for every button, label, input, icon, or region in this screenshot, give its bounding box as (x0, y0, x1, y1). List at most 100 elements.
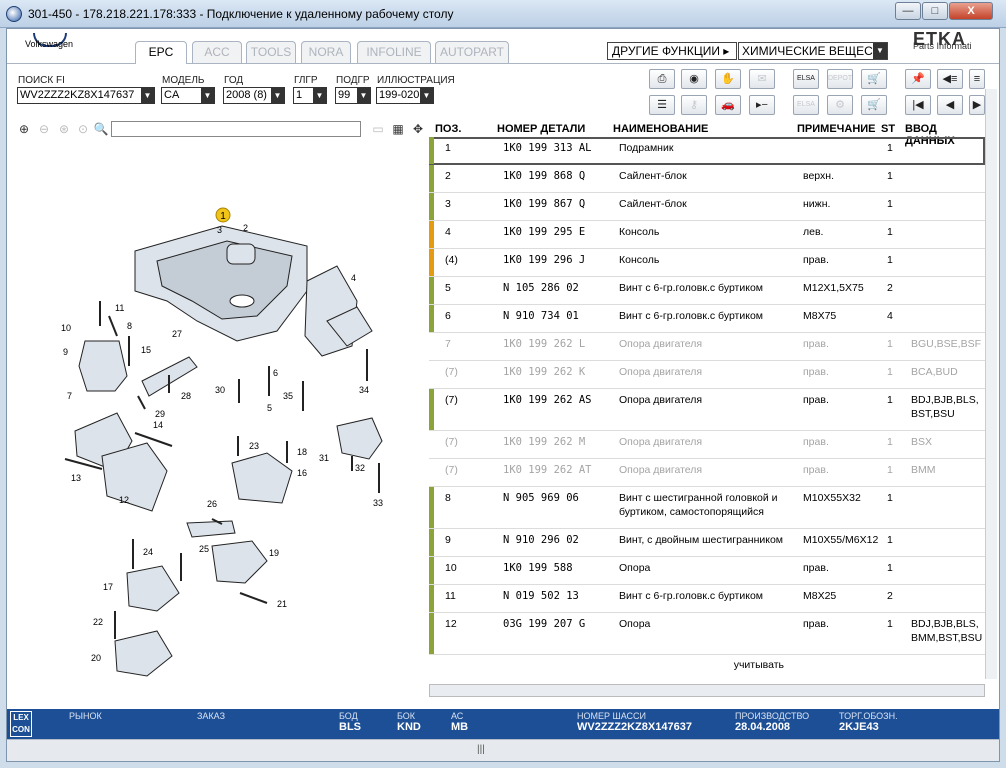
table-row[interactable]: 6 N 910 734 01 Винт с 6-гр.головк.с буртик… (429, 305, 985, 333)
callout-1: 1 (220, 211, 226, 222)
horizontal-scrollbar[interactable] (429, 684, 985, 697)
table-row[interactable]: 9 N 910 296 02 Винт, с двойным шестигранни… (429, 529, 985, 557)
elsa-icon[interactable]: ELSA (793, 69, 819, 89)
table-row[interactable]: 12 03G 199 207 G Опора прав. 1 BDJ,BJB,BLS, BM… (429, 613, 985, 655)
tab-nora[interactable]: NORA (301, 41, 351, 63)
zoom-in-icon[interactable]: ⊕ (15, 121, 33, 138)
table-row[interactable]: (7) 1K0 199 262 AT Опора двигателя прав. 1 BM… (429, 459, 985, 487)
tab-infoline[interactable]: INFOLINE (357, 41, 431, 63)
cell-part-number: 1K0 199 295 E (503, 226, 586, 238)
fi-search-select[interactable]: WV2ZZZ2KZ8X147637 ▼ (17, 87, 155, 104)
year-select[interactable]: 2008 (8) ▼ (223, 87, 285, 104)
list-prev-icon[interactable]: ◀≡ (937, 69, 963, 89)
main-group-select[interactable]: 1 ▼ (293, 87, 327, 104)
chemicals-select[interactable]: ХИМИЧЕСКИЕ ВЕЩЕС ▼ (738, 42, 888, 60)
col-part-number[interactable]: НОМЕР ДЕТАЛИ (497, 123, 585, 135)
list-icon[interactable]: ☰ (649, 95, 675, 115)
next-icon[interactable]: ▶ (969, 95, 985, 115)
chat-icon[interactable]: ✉ (749, 69, 775, 89)
table-row[interactable]: 1 1K0 199 313 AL Подрамник 1 (429, 137, 985, 165)
zoom-out-icon[interactable]: ⊖ (35, 121, 53, 138)
col-note[interactable]: ПРИМЕЧАНИЕ (797, 123, 876, 135)
handshake-icon[interactable]: ✋ (715, 69, 741, 89)
table-row[interactable]: 10 1K0 199 588 Опора прав. 1 (429, 557, 985, 585)
parts-table-header: ПОЗ. НОМЕР ДЕТАЛИ НАИМЕНОВАНИЕ ПРИМЕЧАНИ… (429, 121, 985, 147)
cell-part-number: N 910 734 01 (503, 310, 579, 322)
cart-icon[interactable]: 🛒 (861, 95, 887, 115)
model-select[interactable]: CA ▼ (161, 87, 215, 104)
layout-icon[interactable]: ▦ (389, 121, 407, 138)
cell-part-number: N 105 286 02 (503, 282, 579, 294)
table-row[interactable]: 2 1K0 199 868 Q Сайлент-блок верхн. 1 (429, 165, 985, 193)
grip-icon: ||| (477, 744, 485, 755)
tab-autopart[interactable]: AUTOPART (435, 41, 509, 63)
chevron-down-icon[interactable]: ▼ (201, 88, 214, 103)
callout-29: 29 (155, 409, 165, 419)
chevron-down-icon[interactable]: ▼ (357, 88, 370, 103)
callout-33: 33 (373, 498, 383, 508)
maximize-button[interactable]: □ (922, 2, 948, 20)
cart-add-icon[interactable]: 🛒 (861, 69, 887, 89)
other-functions-menu[interactable]: ДРУГИЕ ФУНКЦИИ ▸ (607, 42, 737, 60)
cd-icon[interactable]: ◉ (681, 69, 707, 89)
close-button[interactable]: X (949, 2, 993, 20)
minimize-button[interactable]: — (895, 2, 921, 20)
cell-part-number: 1K0 199 313 AL (503, 142, 592, 154)
table-row[interactable]: 3 1K0 199 867 Q Сайлент-блок нижн. 1 (429, 193, 985, 221)
row-status-marker (429, 277, 434, 304)
main-group-value: 1 (296, 89, 303, 101)
bottom-scroll-bar[interactable]: ||| (7, 739, 999, 761)
illustration-search-field[interactable] (111, 121, 361, 137)
callout-19: 19 (269, 548, 279, 558)
col-pos[interactable]: ПОЗ. (435, 123, 461, 135)
col-name[interactable]: НАИМЕНОВАНИЕ (613, 123, 708, 135)
print-icon[interactable]: ⎙ (649, 69, 675, 89)
tab-acc[interactable]: ACC (192, 41, 242, 63)
chevron-down-icon[interactable]: ▼ (420, 88, 433, 103)
col-st[interactable]: ST (881, 123, 895, 135)
prev-icon[interactable]: ◀ (937, 95, 963, 115)
table-row[interactable]: 11 N 019 502 13 Винт с 6-гр.головк.с бурти… (429, 585, 985, 613)
cell-st: 1 (887, 492, 893, 504)
illustration-select[interactable]: 199-020 ▼ (376, 87, 434, 104)
depot-icon[interactable]: DEPOT (827, 69, 853, 89)
chevron-down-icon[interactable]: ▼ (873, 43, 887, 59)
table-row[interactable]: 7 1K0 199 262 L Опора двигателя прав. 1 BGU,B… (429, 333, 985, 361)
first-icon[interactable]: |◀ (905, 95, 931, 115)
table-row[interactable]: 4 1K0 199 295 E Консоль лев. 1 (429, 221, 985, 249)
bolt-21-shape (239, 592, 268, 604)
cell-pos: (7) (445, 436, 458, 448)
sub-group-select[interactable]: 99 ▼ (335, 87, 371, 104)
table-row[interactable]: (4) 1K0 199 296 J Консоль прав. 1 (429, 249, 985, 277)
chevron-down-icon[interactable]: ▼ (313, 88, 326, 103)
mount-12-shape (101, 442, 168, 512)
search-icon[interactable]: 🔍 (92, 121, 110, 138)
tab-tools[interactable]: TOOLS (246, 41, 296, 63)
depot-disabled-icon[interactable]: ⚙ (827, 95, 853, 115)
zoom-area-icon[interactable]: ⊛ (55, 121, 73, 138)
callout-35: 35 (283, 391, 293, 401)
table-row[interactable]: 5 N 105 286 02 Винт с 6-гр.головк.с буртик… (429, 277, 985, 305)
filter-label-sg: ПОДГР (336, 75, 370, 86)
cell-part-number: 1K0 199 868 Q (503, 170, 586, 182)
table-row[interactable]: (7) 1K0 199 262 M Опора двигателя прав. 1 BSX (429, 431, 985, 459)
split-view-icon[interactable]: ▭ (369, 121, 387, 138)
minus-arrow-icon[interactable]: ▸− (749, 95, 775, 115)
car-icon[interactable]: 🚗 (715, 95, 741, 115)
parts-illustration[interactable]: 1 2 3 4 5 6 7 8 9 10 11 12 13 14 15 16 1… (7, 141, 427, 696)
table-row[interactable]: 8 N 905 969 06 Винт с шестигранной головко… (429, 487, 985, 529)
key-icon[interactable]: ⚷ (681, 95, 707, 115)
tab-epc[interactable]: EPC (135, 41, 187, 64)
list-next-icon[interactable]: ≡ (969, 69, 985, 89)
pin-icon[interactable]: 📌 (905, 69, 931, 89)
cell-name: Консоль (619, 226, 660, 238)
elsa-disabled-icon[interactable]: ELSA (793, 95, 819, 115)
expand-icon[interactable]: ✥ (409, 121, 427, 138)
zoom-fit-icon[interactable]: ⊙ (74, 121, 92, 138)
cell-name-line2: буртиком, самостопорящийся (619, 506, 764, 518)
chevron-down-icon[interactable]: ▼ (141, 88, 154, 103)
table-row[interactable]: (7) 1K0 199 262 AS Опора двигателя прав. 1 BD… (429, 389, 985, 431)
table-row[interactable]: (7) 1K0 199 262 K Опора двигателя прав. 1 BCA… (429, 361, 985, 389)
vertical-scrollbar[interactable] (985, 89, 997, 679)
chevron-down-icon[interactable]: ▼ (271, 88, 284, 103)
